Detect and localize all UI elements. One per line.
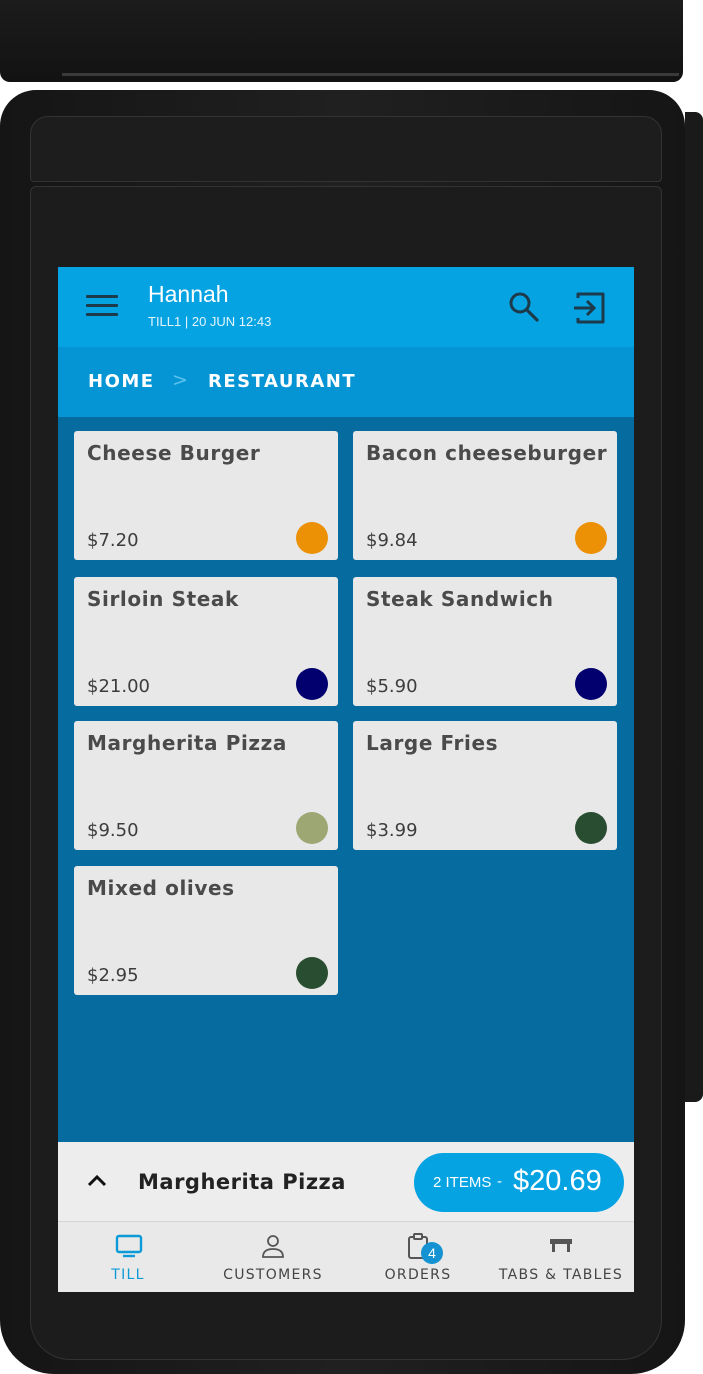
category-color-dot (575, 522, 607, 554)
product-grid: Cheese Burger $7.20 Bacon cheeseburger $… (58, 417, 634, 1142)
bottom-nav: TILL CUSTOMERS 4 ORDERS TABS & TABLES (58, 1222, 634, 1292)
product-tile[interactable]: Mixed olives $2.95 (74, 866, 338, 995)
order-total: $20.69 (513, 1165, 602, 1197)
breadcrumb-separator: > (172, 369, 188, 391)
device-top-bezel (30, 116, 662, 182)
product-name: Mixed olives (87, 876, 235, 900)
nav-customers[interactable]: CUSTOMERS (198, 1222, 348, 1292)
breadcrumb: HOME > RESTAURANT (58, 347, 634, 417)
breadcrumb-restaurant[interactable]: RESTAURANT (208, 371, 356, 392)
product-price: $9.50 (87, 820, 139, 841)
app-screen: Hannah TILL1 | 20 JUN 12:43 HOME > RESTA… (58, 267, 634, 1292)
product-tile[interactable]: Bacon cheeseburger $9.84 (353, 431, 617, 560)
nav-tabs-tables[interactable]: TABS & TABLES (488, 1222, 634, 1292)
category-color-dot (296, 522, 328, 554)
breadcrumb-home[interactable]: HOME (88, 371, 155, 392)
category-color-dot (296, 957, 328, 989)
hamburger-menu-icon[interactable] (86, 293, 118, 319)
search-icon[interactable] (506, 289, 542, 325)
app-bar: Hannah TILL1 | 20 JUN 12:43 (58, 267, 634, 347)
product-name: Margherita Pizza (87, 731, 288, 755)
pill-separator: - (497, 1173, 502, 1190)
orders-count-badge: 4 (421, 1242, 443, 1264)
user-name: Hannah (148, 281, 229, 307)
product-price: $7.20 (87, 530, 139, 551)
product-name: Sirloin Steak (87, 587, 239, 611)
nav-till[interactable]: TILL (58, 1222, 198, 1292)
monitor-icon (115, 1234, 143, 1258)
product-price: $3.99 (366, 820, 418, 841)
product-name: Steak Sandwich (366, 587, 554, 611)
product-name: Cheese Burger (87, 441, 261, 465)
product-price: $2.95 (87, 965, 139, 986)
device-side-edge (685, 112, 703, 1102)
order-summary-bar: Margherita Pizza 2 ITEMS - $20.69 (58, 1142, 634, 1222)
pos-device: Hannah TILL1 | 20 JUN 12:43 HOME > RESTA… (0, 0, 703, 1374)
product-tile[interactable]: Steak Sandwich $5.90 (353, 577, 617, 706)
product-name: Bacon cheeseburger (366, 441, 608, 465)
product-name: Large Fries (366, 731, 499, 755)
items-count: 2 ITEMS (433, 1174, 492, 1191)
logout-icon[interactable] (570, 289, 608, 327)
product-tile[interactable]: Cheese Burger $7.20 (74, 431, 338, 560)
category-color-dot (296, 668, 328, 700)
nav-label: ORDERS (384, 1267, 452, 1283)
person-icon (262, 1235, 284, 1258)
table-icon (550, 1239, 572, 1252)
product-price: $5.90 (366, 676, 418, 697)
product-price: $9.84 (366, 530, 418, 551)
nav-label: TILL (111, 1267, 145, 1283)
category-color-dot (296, 812, 328, 844)
product-tile[interactable]: Sirloin Steak $21.00 (74, 577, 338, 706)
order-total-button[interactable]: 2 ITEMS - $20.69 (414, 1153, 624, 1212)
product-tile[interactable]: Margherita Pizza $9.50 (74, 721, 338, 850)
chevron-up-icon[interactable] (86, 1172, 108, 1188)
till-info: TILL1 | 20 JUN 12:43 (148, 314, 272, 329)
product-tile[interactable]: Large Fries $3.99 (353, 721, 617, 850)
nav-label: CUSTOMERS (223, 1267, 323, 1283)
device-top-panel (0, 0, 683, 82)
category-color-dot (575, 668, 607, 700)
product-price: $21.00 (87, 676, 150, 697)
nav-orders[interactable]: 4 ORDERS (348, 1222, 488, 1292)
current-item-name: Margherita Pizza (138, 1170, 346, 1194)
category-color-dot (575, 812, 607, 844)
nav-label: TABS & TABLES (498, 1267, 624, 1283)
